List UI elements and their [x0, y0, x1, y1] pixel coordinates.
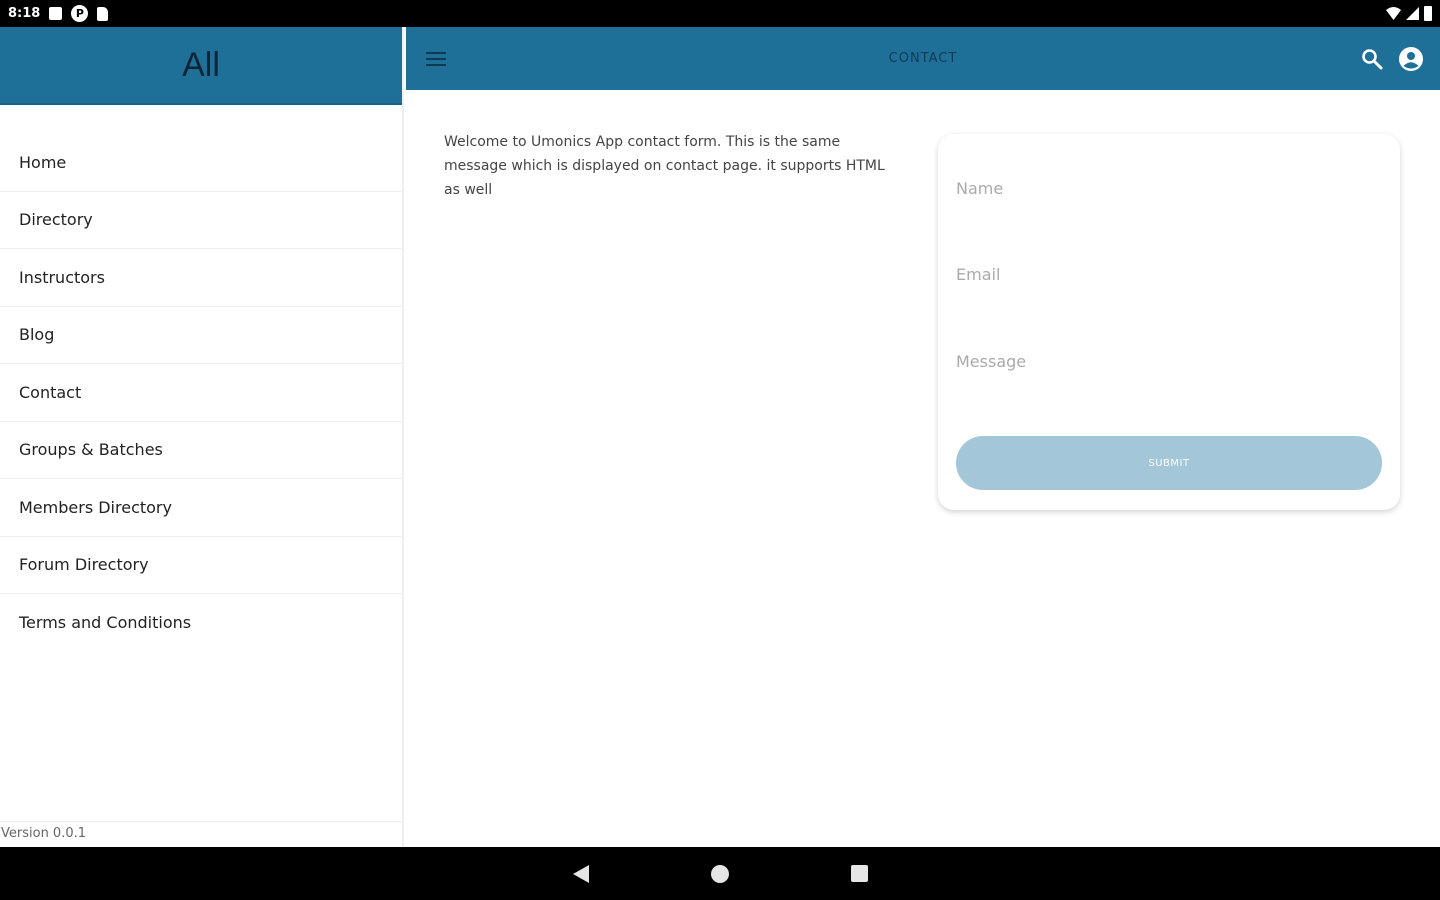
- status-bar: 8:18 P: [0, 0, 1440, 27]
- name-input[interactable]: [956, 170, 1382, 206]
- drawer-item-forum-directory[interactable]: Forum Directory: [0, 537, 402, 594]
- status-time: 8:18: [8, 6, 41, 21]
- drawer-item-contact[interactable]: Contact: [0, 364, 402, 422]
- notification-app-icon: P: [71, 5, 89, 22]
- app-bar: CONTACT: [406, 27, 1440, 90]
- search-icon[interactable]: [1360, 47, 1384, 71]
- sd-card-icon: [97, 6, 109, 21]
- contact-page: Welcome to Umonics App contact form. Thi…: [406, 90, 1440, 847]
- drawer-item-directory[interactable]: Directory: [0, 192, 402, 249]
- status-right: [1386, 6, 1432, 21]
- navigation-drawer: All Home Directory Instructors Blog Cont…: [0, 27, 404, 847]
- drawer-title: All: [182, 45, 220, 84]
- app-version: Version 0.0.1: [0, 821, 402, 847]
- account-icon[interactable]: [1398, 46, 1424, 72]
- drawer-item-blog[interactable]: Blog: [0, 307, 402, 364]
- submit-button[interactable]: SUBMIT: [956, 436, 1382, 490]
- email-input[interactable]: [956, 256, 1382, 292]
- system-nav-bar: [0, 847, 1440, 900]
- recents-icon[interactable]: [850, 865, 868, 882]
- home-icon[interactable]: [710, 864, 729, 883]
- drawer-item-terms[interactable]: Terms and Conditions: [0, 594, 402, 652]
- drawer-item-groups-batches[interactable]: Groups & Batches: [0, 422, 402, 479]
- wifi-icon: [1386, 7, 1401, 20]
- back-icon[interactable]: [572, 864, 589, 883]
- drawer-item-home[interactable]: Home: [0, 134, 402, 192]
- status-left: 8:18 P: [8, 5, 109, 22]
- drawer-item-instructors[interactable]: Instructors: [0, 249, 402, 307]
- drawer-menu: Home Directory Instructors Blog Contact …: [0, 134, 402, 652]
- notification-square-icon: [49, 7, 63, 20]
- contact-form: SUBMIT: [938, 134, 1400, 510]
- appbar-actions: [1360, 46, 1424, 72]
- battery-icon: [1424, 6, 1432, 21]
- welcome-message: Welcome to Umonics App contact form. Thi…: [444, 134, 885, 198]
- page-title: CONTACT: [888, 51, 958, 66]
- signal-icon: [1406, 7, 1419, 20]
- message-input[interactable]: [956, 343, 1382, 379]
- drawer-header: All: [0, 27, 402, 105]
- menu-icon[interactable]: [426, 51, 446, 66]
- drawer-item-members-directory[interactable]: Members Directory: [0, 479, 402, 537]
